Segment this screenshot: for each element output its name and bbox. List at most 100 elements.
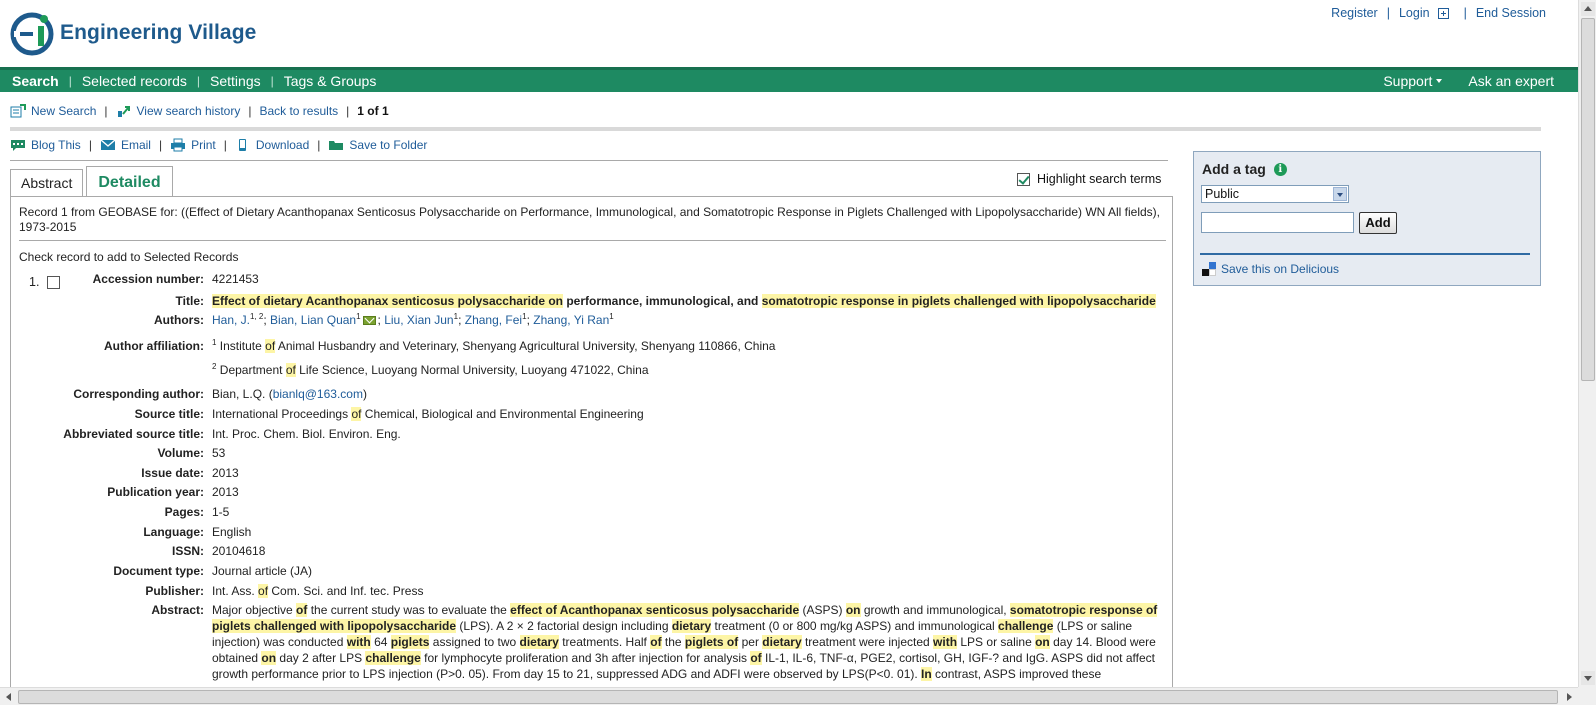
source-title-value: International Proceedings of Chemical, B… bbox=[212, 406, 1161, 422]
login-link[interactable]: Login bbox=[1399, 6, 1430, 20]
field-language: Language: English bbox=[11, 524, 1161, 540]
nav-support[interactable]: Support bbox=[1383, 73, 1443, 89]
abstract-value: Major objective of the current study was… bbox=[212, 602, 1161, 682]
scroll-right-icon[interactable] bbox=[1562, 690, 1576, 704]
abs-text: contrast, ASPS improved these bbox=[931, 667, 1102, 681]
nav-settings[interactable]: Settings bbox=[210, 73, 261, 89]
abs-text: (ASPS) bbox=[799, 603, 846, 617]
nav-search[interactable]: Search bbox=[12, 73, 59, 89]
download-link[interactable]: Download bbox=[235, 138, 309, 152]
tag-input[interactable] bbox=[1201, 212, 1354, 233]
field-label: Authors: bbox=[154, 313, 204, 327]
separator: | bbox=[68, 74, 72, 88]
tab-detailed[interactable]: Detailed bbox=[86, 166, 173, 197]
record-header: Record 1 from GEOBASE for: ((Effect of D… bbox=[19, 205, 1160, 234]
highlighted-term: on bbox=[845, 603, 861, 617]
field-publisher: Publisher: Int. Ass. of Com. Sci. and In… bbox=[11, 583, 1161, 599]
divider bbox=[10, 127, 1541, 131]
nav-ask-expert[interactable]: Ask an expert bbox=[1468, 73, 1554, 89]
new-search-link[interactable]: New Search bbox=[10, 104, 96, 118]
ei-logo-icon bbox=[10, 12, 54, 56]
scroll-thumb[interactable] bbox=[18, 690, 1558, 704]
highlighted-term: of bbox=[258, 584, 269, 598]
highlighted-term: dietary bbox=[671, 619, 712, 633]
dropdown-arrow-icon[interactable] bbox=[1333, 187, 1347, 201]
delicious-link[interactable]: Save this on Delicious bbox=[1202, 262, 1339, 276]
title-text: performance, immunological, and bbox=[562, 294, 762, 308]
abs-text: per bbox=[738, 635, 763, 649]
register-link[interactable]: Register bbox=[1331, 6, 1378, 20]
logo-text: Engineering Village bbox=[60, 21, 257, 44]
author-link[interactable]: Liu, Xian Jun bbox=[384, 313, 453, 327]
scroll-down-icon[interactable] bbox=[1581, 671, 1595, 685]
highlighted-term: challenge bbox=[998, 619, 1054, 633]
add-tag-panel: Add a tag i Public Add Save this on Deli… bbox=[1193, 151, 1541, 286]
view-history-link[interactable]: View search history bbox=[116, 104, 240, 118]
field-corresponding: Corresponding author: Bian, L.Q. (bianlq… bbox=[11, 386, 1161, 402]
field-label: Pages: bbox=[164, 505, 204, 519]
print-icon bbox=[171, 138, 186, 152]
back-results-link[interactable]: Back to results bbox=[259, 104, 338, 118]
highlighted-term: of bbox=[265, 339, 276, 353]
src-text: Chemical, Biological and Environmental E… bbox=[361, 407, 644, 421]
author-link[interactable]: Han, J. bbox=[212, 313, 250, 327]
nav-tags-groups[interactable]: Tags & Groups bbox=[284, 73, 377, 89]
search-toolbar: New Search | View search history | Back … bbox=[10, 104, 389, 118]
corr-email-link[interactable]: bianlq@163.com bbox=[273, 387, 363, 401]
print-link[interactable]: Print bbox=[170, 138, 216, 152]
author-link[interactable]: Bian, Lian Quan bbox=[270, 313, 356, 327]
vertical-scrollbar[interactable] bbox=[1578, 0, 1596, 687]
highlight-checkbox[interactable] bbox=[1017, 172, 1030, 186]
end-session-link[interactable]: End Session bbox=[1476, 6, 1546, 20]
publisher-value: Int. Ass. of Com. Sci. and Inf. tec. Pre… bbox=[212, 583, 1161, 599]
expand-plus-icon[interactable] bbox=[1437, 7, 1449, 19]
abs-text: treatments. Half bbox=[558, 635, 651, 649]
separator: | bbox=[1386, 6, 1390, 20]
scroll-thumb[interactable] bbox=[1581, 18, 1595, 381]
highlighted-term: somatotropic response in piglets challen… bbox=[761, 294, 1156, 308]
nav-selected-records[interactable]: Selected records bbox=[82, 73, 187, 89]
author-link[interactable]: Zhang, Fei bbox=[465, 313, 522, 327]
info-icon[interactable]: i bbox=[1273, 162, 1287, 176]
highlighted-term: with bbox=[346, 635, 371, 649]
highlighted-term: of bbox=[285, 363, 296, 377]
email-label: Email bbox=[120, 138, 151, 152]
abs-text: treatment (0 or 800 mg/kg ASPS) and immu… bbox=[711, 619, 999, 633]
email-author-icon[interactable] bbox=[362, 316, 376, 325]
email-link[interactable]: Email bbox=[100, 138, 151, 152]
language-value: English bbox=[212, 525, 252, 539]
abs-text: day 2 after LPS bbox=[276, 651, 366, 665]
field-label: Corresponding author: bbox=[73, 387, 204, 401]
highlight-toggle[interactable]: Highlight search terms bbox=[1017, 172, 1161, 186]
tag-visibility-select[interactable]: Public bbox=[1201, 185, 1349, 203]
authors-value: Han, J.1, 2; Bian, Lian Quan1; Liu, Xian… bbox=[212, 312, 1161, 328]
email-icon bbox=[100, 139, 116, 150]
corresponding-value: Bian, L.Q. (bianlq@163.com) bbox=[212, 386, 1161, 402]
abs-text: treatment were injected bbox=[801, 635, 934, 649]
save-folder-link[interactable]: Save to Folder bbox=[328, 138, 427, 152]
add-tag-title-text: Add a tag bbox=[1202, 161, 1266, 177]
logo[interactable]: Engineering Village bbox=[10, 10, 256, 56]
field-pub-year: Publication year: 2013 bbox=[11, 484, 1161, 500]
horizontal-scrollbar[interactable] bbox=[0, 687, 1578, 705]
field-issn: ISSN: 20104618 bbox=[11, 543, 1161, 559]
separator: | bbox=[270, 74, 274, 88]
highlighted-term: Effect of dietary Acanthopanax senticosu… bbox=[212, 294, 563, 308]
field-label: Issue date: bbox=[141, 466, 204, 480]
scroll-up-icon[interactable] bbox=[1581, 2, 1595, 16]
field-label: Language: bbox=[143, 525, 204, 539]
highlighted-term: with bbox=[933, 635, 958, 649]
scroll-left-icon[interactable] bbox=[2, 690, 16, 704]
field-label: ISSN: bbox=[171, 544, 204, 558]
issn-link[interactable]: 20104618 bbox=[212, 543, 1161, 559]
tab-abstract[interactable]: Abstract bbox=[10, 169, 84, 197]
field-title: Title: Effect of dietary Acanthopanax se… bbox=[11, 293, 1161, 309]
author-link[interactable]: Zhang, Yi Ran bbox=[533, 313, 609, 327]
add-tag-button[interactable]: Add bbox=[1359, 212, 1397, 234]
accession-value: 4221453 bbox=[212, 272, 259, 286]
highlight-label: Highlight search terms bbox=[1037, 172, 1162, 186]
main-nav: Search | Selected records | Settings | T… bbox=[0, 67, 1578, 92]
header: Engineering Village Register | Login | E… bbox=[0, 0, 1578, 67]
separator: | bbox=[1463, 6, 1467, 20]
blog-this-link[interactable]: Blog This bbox=[10, 138, 81, 152]
